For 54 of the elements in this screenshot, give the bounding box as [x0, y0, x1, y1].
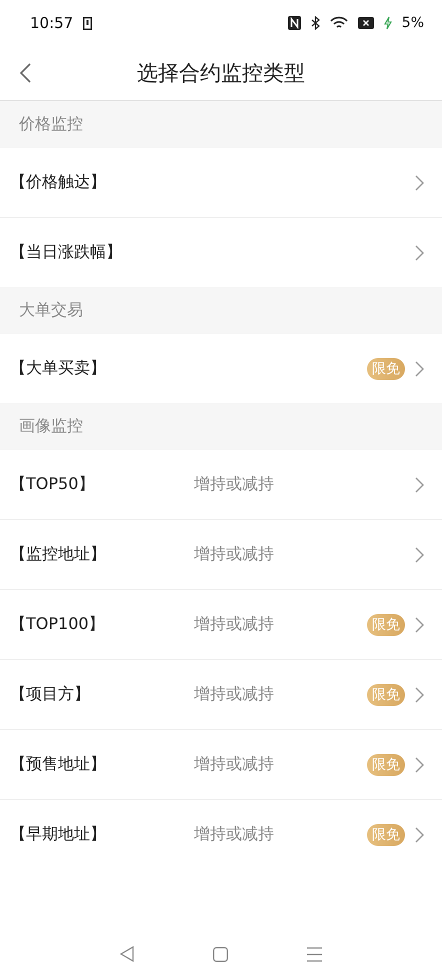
home-nav-icon[interactable]: [212, 946, 228, 962]
row-subtitle: 增持或减持: [194, 614, 274, 635]
row-label: 【早期地址】: [10, 824, 107, 845]
row-subtitle: 增持或减持: [194, 684, 274, 705]
monitor-type-row[interactable]: 【早期地址】 增持或减持 限免: [0, 800, 442, 869]
section-header: 价格监控: [0, 101, 442, 148]
row-label: 【价格触达】: [10, 172, 107, 193]
back-nav-icon[interactable]: [120, 946, 134, 962]
back-icon[interactable]: [20, 63, 31, 83]
free-badge: 限免: [367, 684, 405, 706]
menu-nav-icon[interactable]: [307, 946, 322, 962]
monitor-type-row[interactable]: 【TOP50】 增持或减持: [0, 450, 442, 520]
chevron-right-icon: [415, 686, 424, 702]
chevron-right-icon: [415, 244, 424, 260]
monitor-type-row[interactable]: 【监控地址】 增持或减持: [0, 520, 442, 590]
no-sim-icon: [358, 17, 374, 29]
chevron-right-icon: [415, 546, 424, 562]
wifi-icon: [330, 16, 348, 30]
section-header: 画像监控: [0, 403, 442, 450]
free-badge: 限免: [367, 614, 405, 636]
battery-level: 5%: [402, 15, 424, 31]
chevron-right-icon: [415, 756, 424, 772]
row-label: 【预售地址】: [10, 754, 107, 775]
row-subtitle: 增持或减持: [194, 824, 274, 845]
bluetooth-icon: [310, 16, 320, 30]
row-subtitle: 增持或减持: [194, 754, 274, 775]
section-header: 大单交易: [0, 287, 442, 334]
row-subtitle: 增持或减持: [194, 544, 274, 565]
monitor-type-row[interactable]: 【预售地址】 增持或减持 限免: [0, 730, 442, 800]
chevron-right-icon: [415, 360, 424, 376]
chevron-right-icon: [415, 826, 424, 842]
monitor-type-row[interactable]: 【价格触达】: [0, 148, 442, 218]
row-label: 【大单买卖】: [10, 358, 107, 379]
monitor-type-row[interactable]: 【项目方】 增持或减持 限免: [0, 660, 442, 730]
chevron-right-icon: [415, 476, 424, 492]
monitor-type-row[interactable]: 【当日涨跌幅】: [0, 218, 442, 287]
chevron-right-icon: [415, 174, 424, 190]
row-label: 【监控地址】: [10, 544, 107, 565]
free-badge: 限免: [367, 754, 405, 776]
sim-card-icon: [83, 16, 92, 30]
row-label: 【当日涨跌幅】: [10, 242, 123, 263]
nfc-icon: [288, 16, 301, 30]
row-subtitle: 增持或减持: [194, 474, 274, 495]
row-label: 【TOP100】: [10, 614, 106, 635]
row-label: 【TOP50】: [10, 474, 96, 495]
page-title: 选择合约监控类型: [137, 60, 305, 87]
monitor-type-row[interactable]: 【TOP100】 增持或减持 限免: [0, 590, 442, 660]
status-time: 10:57: [30, 14, 74, 32]
charging-icon: [384, 16, 392, 30]
free-badge: 限免: [367, 358, 405, 380]
row-label: 【项目方】: [10, 684, 91, 705]
free-badge: 限免: [367, 824, 405, 846]
monitor-type-row[interactable]: 【大单买卖】 限免: [0, 334, 442, 403]
chevron-right-icon: [415, 616, 424, 632]
